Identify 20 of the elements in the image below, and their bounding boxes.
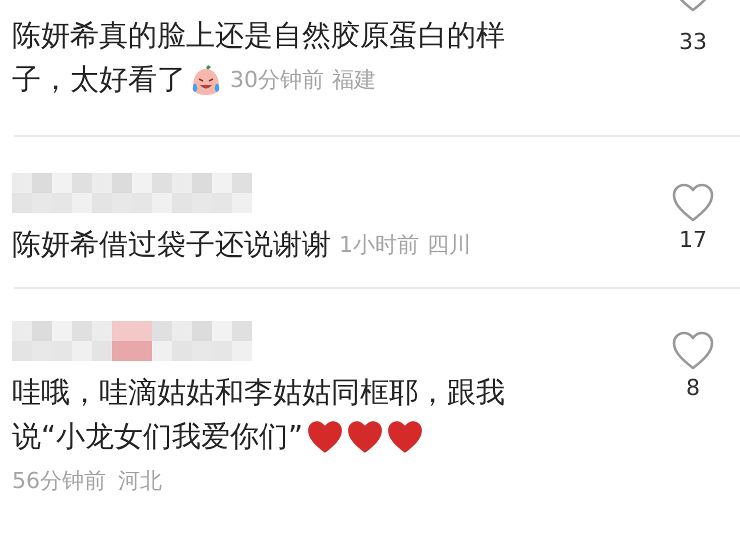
heart-icon[interactable]	[672, 183, 714, 222]
comment-text: 哇哦，哇滴姑姑和李姑姑同框耶，跟我	[12, 374, 505, 411]
heart-emoji-icon	[387, 420, 424, 454]
location: 四川	[427, 232, 471, 260]
timestamp: 30分钟前	[230, 67, 324, 95]
timestamp: 56分钟前	[12, 468, 106, 496]
timestamp: 1小时前	[339, 232, 419, 260]
heart-emoji-icon	[307, 420, 344, 454]
heart-emoji-icon	[347, 420, 384, 454]
comment-text: 陈妍希真的脸上还是自然胶原蛋白的样	[12, 17, 505, 54]
laughing-tears-emoji-icon	[190, 64, 222, 96]
like-count: 8	[686, 376, 700, 401]
comment-text: 陈妍希借过袋子还说谢谢	[12, 226, 331, 263]
location: 河北	[118, 468, 162, 496]
location: 福建	[332, 67, 376, 95]
comment-text: 说“小龙女们我爱你们”	[12, 418, 304, 455]
like-count: 33	[679, 30, 707, 55]
comment-text: 子，太好看了	[12, 61, 186, 98]
like-count: 17	[679, 228, 707, 253]
heart-icon[interactable]	[672, 331, 714, 370]
